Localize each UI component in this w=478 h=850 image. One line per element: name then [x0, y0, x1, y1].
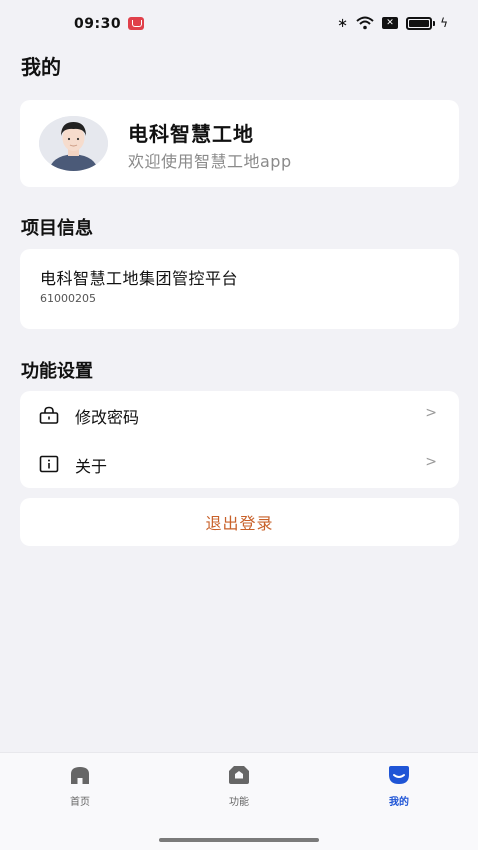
tab-home[interactable]: 首页 [40, 765, 120, 808]
about-item[interactable]: 关于 > [20, 440, 459, 488]
project-name: 电科智慧工地集团管控平台 [40, 269, 239, 288]
bottom-tab-bar: 首页 功能 我的 [0, 752, 478, 850]
user-avatar-icon [39, 116, 108, 171]
status-time: 09:30 [74, 16, 122, 32]
project-code: 61000205 [40, 292, 96, 305]
bluetooth-icon: ∗ [337, 15, 349, 31]
function-icon [229, 766, 249, 784]
profile-card[interactable]: 电科智慧工地 欢迎使用智慧工地app [20, 100, 459, 187]
settings-card: 修改密码 > 关于 > [20, 391, 459, 488]
user-subtitle: 欢迎使用智慧工地app [128, 152, 292, 171]
app-screen: 09:30 ∗ ✕ ϟ 我的 电科智慧工地 欢迎使用智慧工地app 项目信息 电… [0, 0, 478, 850]
chevron-right-icon: > [425, 454, 437, 470]
status-bar: 09:30 ∗ ✕ ϟ [0, 0, 478, 46]
change-password-item[interactable]: 修改密码 > [20, 391, 459, 439]
logout-label: 退出登录 [205, 514, 274, 533]
change-password-label: 修改密码 [75, 408, 140, 427]
battery-icon [406, 16, 436, 30]
page-title: 我的 [21, 55, 61, 79]
tab-function[interactable]: 功能 [199, 765, 279, 808]
tab-function-label: 功能 [229, 797, 249, 808]
tab-profile[interactable]: 我的 [359, 765, 439, 808]
home-indicator[interactable] [159, 838, 319, 842]
charging-icon: ϟ [440, 16, 448, 30]
info-icon [39, 455, 59, 473]
about-label: 关于 [75, 457, 108, 476]
chevron-right-icon: > [425, 405, 437, 421]
project-card[interactable]: 电科智慧工地集团管控平台 61000205 [20, 249, 459, 329]
project-section-title: 项目信息 [21, 218, 93, 239]
tab-home-label: 首页 [70, 797, 90, 808]
sim-disabled-icon: ✕ [382, 17, 399, 29]
settings-section-title: 功能设置 [21, 361, 93, 382]
profile-icon [389, 766, 409, 784]
home-icon [71, 767, 89, 784]
tab-profile-label: 我的 [389, 797, 409, 808]
logout-button[interactable]: 退出登录 [20, 498, 459, 546]
status-icons: ∗ ✕ ϟ [337, 14, 448, 32]
avatar[interactable] [39, 116, 108, 171]
user-name: 电科智慧工地 [128, 122, 254, 146]
notification-app-icon [128, 17, 144, 30]
wifi-icon [356, 16, 374, 30]
lock-icon [39, 406, 59, 424]
